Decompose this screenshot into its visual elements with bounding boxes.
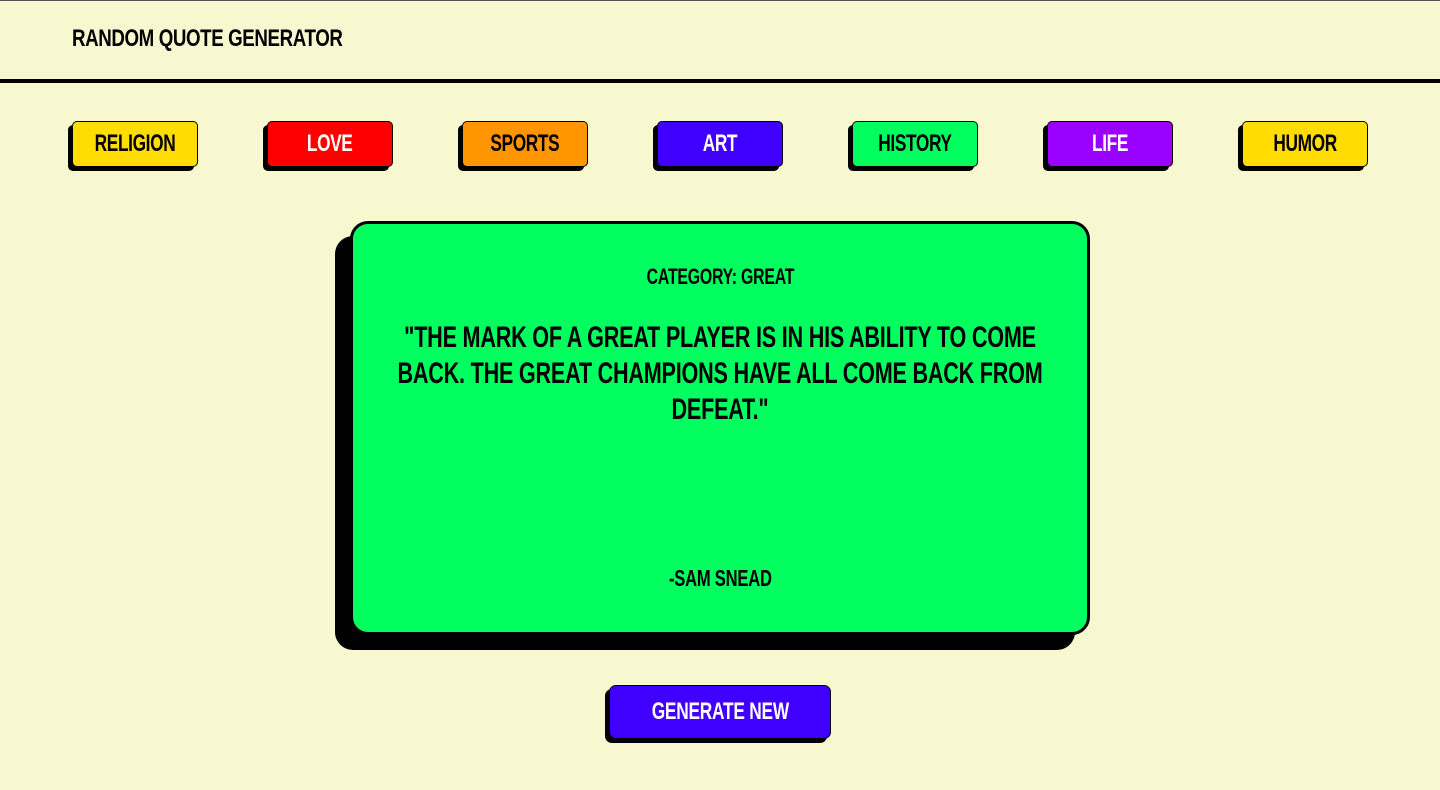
category-label: LOVE [307,130,353,157]
category-button-humor[interactable]: HUMOR [1242,121,1368,167]
quote-author-text: -SAM SNEAD [668,565,772,591]
quote-card: CATEGORY: GREAT "THE MARK OF A GREAT PLA… [350,221,1090,635]
quote-text-content: "THE MARK OF A GREAT PLAYER IS IN HIS AB… [397,321,1043,426]
app-header: RANDOM QUOTE GENERATOR [0,1,1440,83]
category-label: RELIGION [94,130,176,157]
app-title: RANDOM QUOTE GENERATOR [72,25,343,52]
quote-text: "THE MARK OF A GREAT PLAYER IS IN HIS AB… [383,320,1057,428]
category-button-sports[interactable]: SPORTS [462,121,588,167]
category-label: HUMOR [1273,130,1337,157]
category-button-art[interactable]: ART [657,121,783,167]
category-label: LIFE [1092,130,1128,157]
category-label: ART [702,130,738,157]
category-button-life[interactable]: LIFE [1047,121,1173,167]
category-label: HISTORY [878,130,952,157]
quote-category-text: CATEGORY: GREAT [646,264,794,289]
generate-new-button[interactable]: GENERATE NEW [609,685,831,739]
quote-category: CATEGORY: GREAT [353,264,1087,290]
category-button-love[interactable]: LOVE [267,121,393,167]
quote-author: -SAM SNEAD [353,565,1087,592]
category-bar: RELIGION LOVE SPORTS ART HISTORY LIFE HU… [0,121,1440,171]
generate-new-label: GENERATE NEW [651,698,789,725]
category-button-history[interactable]: HISTORY [852,121,978,167]
category-button-religion[interactable]: RELIGION [72,121,198,167]
category-label: SPORTS [490,130,560,157]
